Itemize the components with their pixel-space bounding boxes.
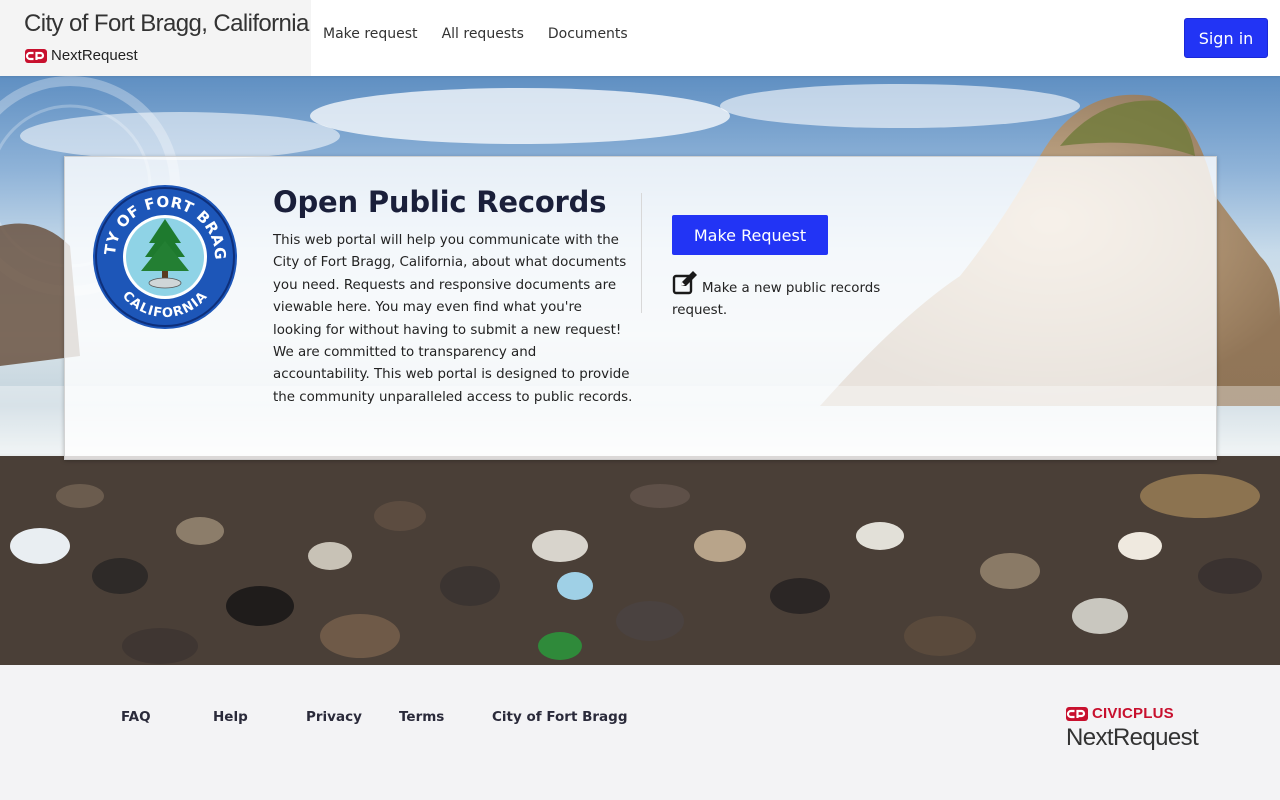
civicplus-logo-icon (25, 48, 47, 63)
agency-name[interactable]: City of Fort Bragg, California (24, 10, 311, 38)
page-title: Open Public Records (273, 185, 607, 219)
city-seal-logo: CITY OF FORT BRAGG CALIFORNIA (91, 183, 237, 329)
make-request-note-text: Make a new public records request. (672, 281, 881, 319)
nextrequest-brand: NextRequest (24, 47, 311, 64)
footer-link-faq[interactable]: FAQ (121, 709, 213, 725)
nav-make-request[interactable]: Make request (323, 26, 418, 42)
make-request-note: Make a new public records request. (672, 271, 912, 323)
footer-link-city[interactable]: City of Fort Bragg (492, 709, 627, 725)
nav-documents[interactable]: Documents (548, 26, 628, 42)
top-navbar: City of Fort Bragg, California NextReque… (0, 0, 1280, 76)
make-request-button[interactable]: Make Request (672, 215, 828, 255)
footer-links: FAQ Help Privacy Terms City of Fort Brag… (121, 709, 627, 725)
footer: FAQ Help Privacy Terms City of Fort Brag… (0, 665, 1280, 800)
civic-text: CIVIC (1092, 705, 1134, 722)
footer-link-help[interactable]: Help (213, 709, 306, 725)
plus-text: PLUS (1133, 705, 1174, 722)
footer-link-terms[interactable]: Terms (399, 709, 492, 725)
main-nav: Make request All requests Documents (323, 26, 652, 42)
civicplus-logo-icon (1066, 706, 1088, 721)
portal-description: This web portal will help you communicat… (273, 233, 633, 405)
nextrequest-wordmark: NextRequest (1066, 724, 1199, 751)
card-divider (641, 193, 642, 313)
nextrequest-label: NextRequest (51, 47, 138, 64)
civicplus-nextrequest-logo[interactable]: CIVICPLUS NextRequest (1066, 705, 1199, 752)
civicplus-wordmark: CIVICPLUS (1092, 705, 1174, 722)
intro-card: CITY OF FORT BRAGG CALIFORNIA Open Publi… (64, 156, 1217, 460)
brand-block[interactable]: City of Fort Bragg, California NextReque… (0, 0, 311, 76)
footer-link-privacy[interactable]: Privacy (306, 709, 399, 725)
nav-all-requests[interactable]: All requests (442, 26, 524, 42)
edit-icon (672, 271, 697, 295)
sign-in-button[interactable]: Sign in (1184, 18, 1268, 58)
